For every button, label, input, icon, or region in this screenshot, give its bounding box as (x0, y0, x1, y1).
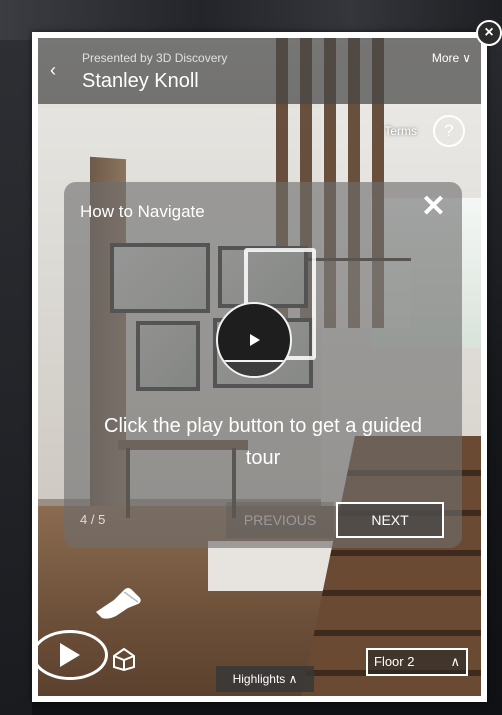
more-menu-button[interactable]: More ∨ (432, 51, 471, 65)
navigation-help-modal: How to Navigate ✕ Click the play button … (64, 182, 462, 548)
previous-button[interactable]: PREVIOUS (226, 502, 334, 538)
dollhouse-icon[interactable] (110, 644, 138, 672)
chevron-up-icon: ∧ (450, 654, 460, 669)
floor-selector[interactable]: Floor 2 ∧ (366, 648, 468, 676)
highlights-button[interactable]: Highlights ∧ (216, 666, 314, 692)
play-triangle-icon (250, 334, 260, 346)
top-bar: ‹ Presented by 3D Discovery Stanley Knol… (38, 38, 481, 104)
more-label: More (431, 51, 460, 65)
step-counter: 4 / 5 (80, 512, 106, 527)
close-icon: × (484, 24, 494, 41)
tour-viewer-frame: ‹ Presented by 3D Discovery Stanley Knol… (32, 32, 487, 702)
background-left-strip (0, 40, 32, 715)
modal-title: How to Navigate (80, 202, 205, 221)
tour-viewer[interactable]: ‹ Presented by 3D Discovery Stanley Knol… (38, 38, 481, 696)
tour-title: Stanley Knoll (82, 70, 199, 92)
chevron-down-icon: ∨ (462, 51, 471, 65)
play-icon (60, 643, 80, 667)
play-button-illustration-icon (216, 302, 292, 378)
illustration-toolbar (218, 360, 290, 376)
pointing-hand-icon (96, 588, 141, 619)
modal-message: Click the play button to get a guided to… (104, 415, 422, 469)
close-icon[interactable]: ✕ (421, 192, 446, 222)
frame-close-button[interactable]: × (476, 20, 502, 46)
help-button[interactable]: ? (433, 115, 465, 147)
terms-link[interactable]: Terms (384, 124, 417, 138)
next-button[interactable]: NEXT (336, 502, 444, 538)
question-icon: ? (444, 121, 454, 140)
back-chevron-icon[interactable]: ‹ (50, 60, 56, 81)
presented-by-label: Presented by 3D Discovery (82, 51, 228, 65)
floor-selector-label: Floor 2 (374, 654, 415, 669)
